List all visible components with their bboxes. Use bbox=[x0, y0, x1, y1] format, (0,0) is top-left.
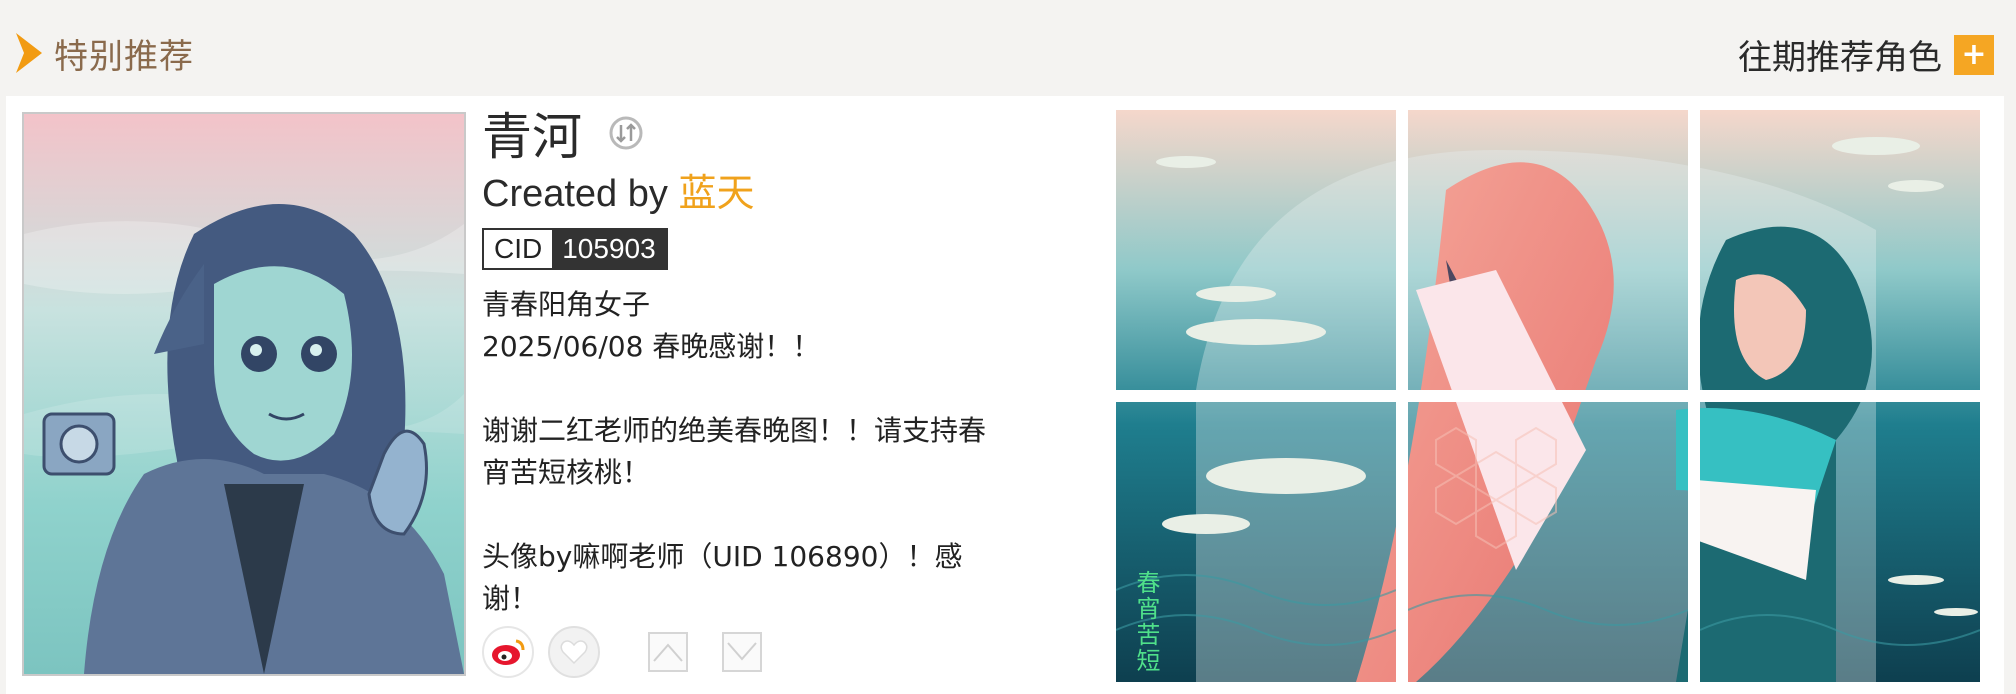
description-line: 2025/06/08 春晚感谢！！ bbox=[482, 330, 821, 363]
cid-badge: CID 105903 bbox=[482, 228, 668, 270]
description-line: 头像by嘛啊老师（UID 106890）！感谢！ bbox=[482, 540, 963, 615]
upvote-button[interactable] bbox=[648, 632, 688, 672]
downvote-button[interactable] bbox=[722, 632, 762, 672]
gallery-caption: 春宵苦短 bbox=[1132, 570, 1160, 674]
heart-icon bbox=[560, 640, 588, 665]
chevron-right-icon bbox=[16, 33, 42, 73]
character-description: 青春阳角女子 2025/06/08 春晚感谢！！ 谢谢二红老师的绝美春晚图！！请… bbox=[482, 284, 1022, 620]
name-row: 青河 bbox=[482, 102, 1022, 166]
down-triangle-icon bbox=[727, 642, 757, 661]
created-by-line: Created by 蓝天 bbox=[482, 170, 1022, 218]
past-recommendations-label[interactable]: 往期推荐角色 bbox=[1738, 30, 1942, 79]
action-bar bbox=[482, 626, 762, 678]
weibo-icon bbox=[492, 639, 525, 665]
artwork-gallery: 春宵苦短 bbox=[1116, 110, 1994, 682]
section-header: 特别推荐 往期推荐角色 + bbox=[0, 0, 2016, 96]
section-title: 特别推荐 bbox=[14, 28, 194, 78]
featured-character-card: 青河 Created by 蓝天 CID 105903 青春阳角女子 2025/… bbox=[6, 96, 2004, 694]
character-info: 青河 Created by 蓝天 CID 105903 青春阳角女子 2025/… bbox=[482, 102, 1022, 620]
past-recommendations-link[interactable]: 往期推荐角色 + bbox=[1738, 30, 1994, 79]
weibo-share-button[interactable] bbox=[482, 626, 534, 678]
cid-value: 105903 bbox=[552, 230, 666, 268]
creator-link[interactable]: 蓝天 bbox=[678, 173, 754, 215]
switch-icon[interactable] bbox=[608, 115, 644, 151]
plus-button[interactable]: + bbox=[1954, 34, 1994, 75]
like-button[interactable] bbox=[548, 626, 600, 678]
character-name: 青河 bbox=[482, 108, 582, 166]
created-by-prefix: Created by bbox=[482, 173, 679, 215]
gallery-artwork[interactable]: 春宵苦短 bbox=[1116, 110, 1994, 682]
description-line: 谢谢二红老师的绝美春晚图！！请支持春宵苦短核桃！ bbox=[482, 414, 987, 489]
description-line: 青春阳角女子 bbox=[482, 288, 651, 321]
avatar-illustration bbox=[24, 114, 464, 674]
section-title-text: 特别推荐 bbox=[54, 36, 194, 77]
cid-label: CID bbox=[484, 230, 553, 268]
character-avatar[interactable] bbox=[22, 112, 466, 676]
up-triangle-icon bbox=[653, 643, 683, 662]
